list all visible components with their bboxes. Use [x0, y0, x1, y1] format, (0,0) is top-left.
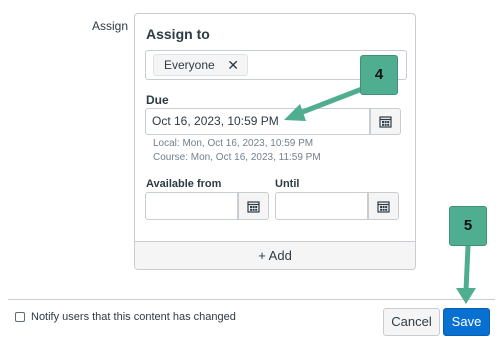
calendar-icon: [379, 116, 392, 128]
due-calendar-button[interactable]: [370, 108, 401, 135]
assign-label: Assign: [92, 19, 129, 33]
assign-card: Assign to Everyone ✕ Due Oct 16, 2023, 1…: [134, 13, 416, 270]
course-time-text: Course: Mon, Oct 16, 2023, 11:59 PM: [153, 152, 321, 163]
assignee-tag: Everyone ✕: [153, 54, 248, 76]
due-date-input[interactable]: Oct 16, 2023, 10:59 PM: [145, 108, 370, 135]
available-from-input[interactable]: [145, 192, 238, 220]
until-calendar-button[interactable]: [368, 192, 399, 220]
notify-users-label: Notify users that this content has chang…: [31, 311, 236, 323]
remove-assignee-icon[interactable]: ✕: [227, 55, 239, 75]
until-input[interactable]: [275, 192, 368, 220]
add-assignment-button[interactable]: + Add: [135, 241, 415, 269]
available-from-label: Available from: [146, 178, 222, 190]
calendar-icon: [247, 200, 260, 213]
assign-to-title: Assign to: [146, 26, 210, 42]
annotation-step-4: 4: [360, 55, 398, 95]
available-from-calendar-button[interactable]: [238, 192, 269, 220]
assignee-tag-label: Everyone: [164, 58, 215, 72]
cancel-button[interactable]: Cancel: [383, 308, 440, 336]
save-button[interactable]: Save: [443, 308, 490, 336]
footer-divider: [8, 299, 495, 300]
annotation-step-5: 5: [449, 206, 487, 246]
notify-users-checkbox[interactable]: [15, 312, 25, 322]
notify-users-option[interactable]: Notify users that this content has chang…: [15, 311, 236, 323]
due-label: Due: [146, 93, 169, 107]
until-label: Until: [275, 178, 300, 190]
local-time-text: Local: Mon, Oct 16, 2023, 10:59 PM: [153, 138, 314, 149]
calendar-icon: [377, 200, 390, 213]
annotation-arrow-5: [456, 243, 476, 304]
